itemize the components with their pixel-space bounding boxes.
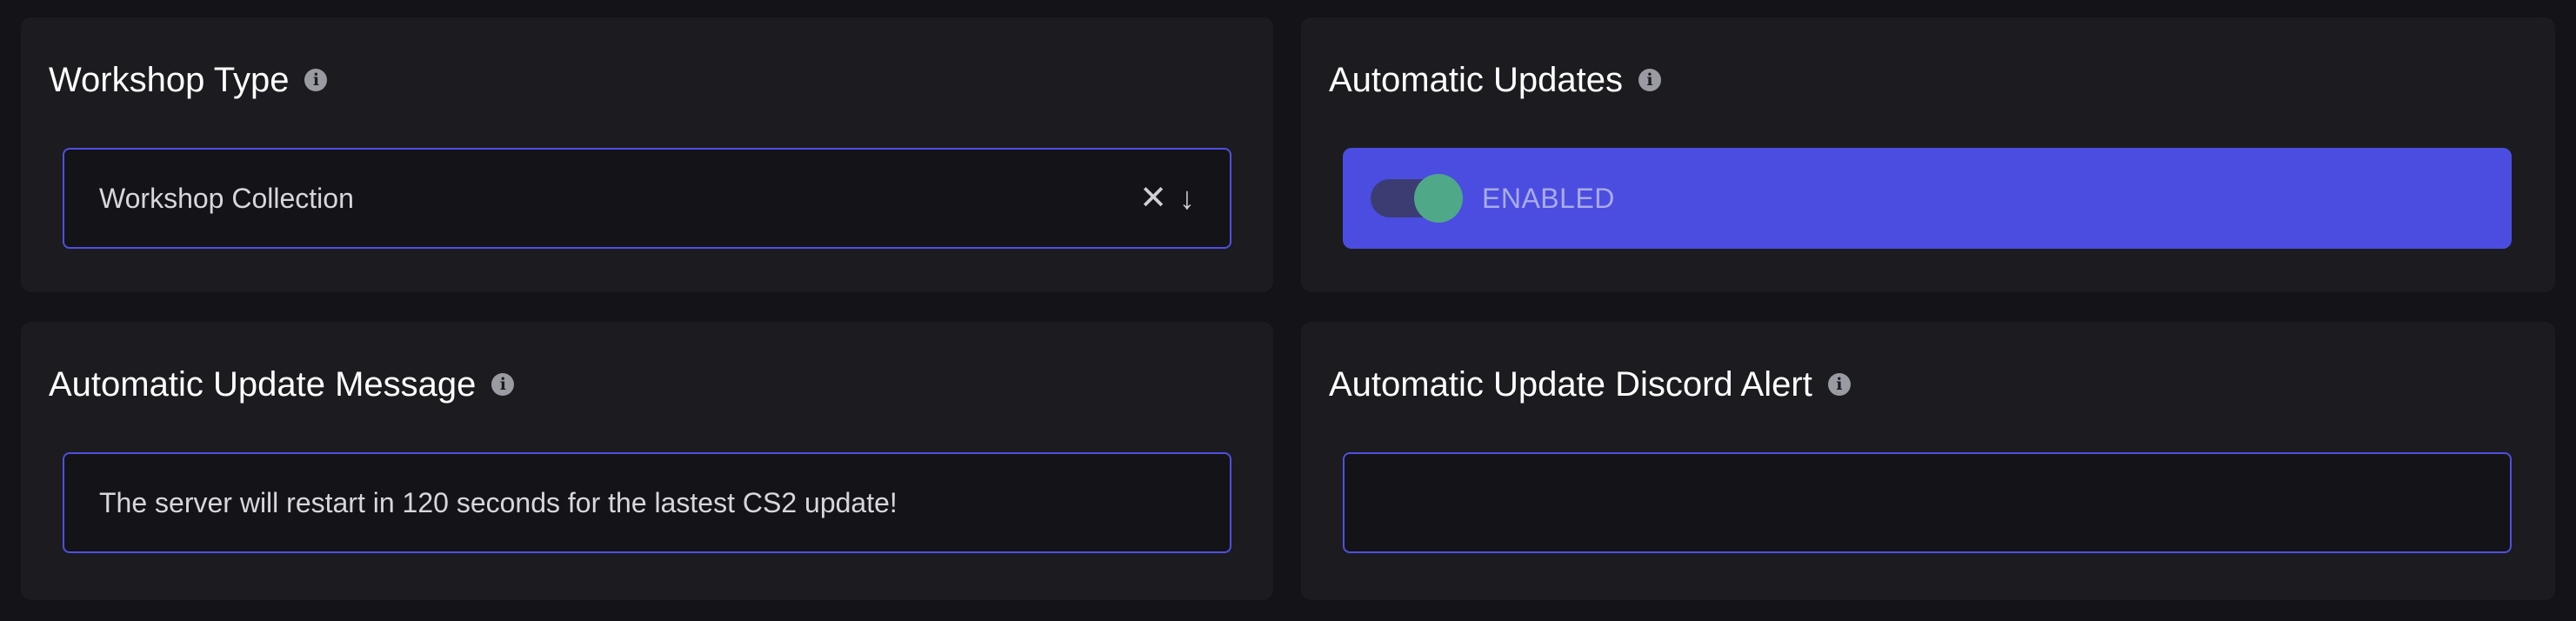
- arrow-down-icon[interactable]: ↓: [1179, 183, 1195, 214]
- discord-alert-heading: Automatic Update Discord Alert i: [1329, 365, 1851, 404]
- update-message-input[interactable]: The server will restart in 120 seconds f…: [63, 452, 1231, 553]
- discord-alert-input[interactable]: [1343, 452, 2512, 553]
- workshop-type-select[interactable]: Workshop Collection ✕ ↓: [63, 148, 1231, 249]
- automatic-updates-card: Automatic Updates i ENABLED: [1301, 17, 2555, 292]
- workshop-type-selected-value: Workshop Collection: [99, 182, 354, 214]
- info-icon[interactable]: i: [491, 373, 515, 396]
- update-message-title: Automatic Update Message: [49, 365, 477, 404]
- workshop-type-title: Workshop Type: [49, 61, 290, 99]
- automatic-updates-state-label: ENABLED: [1482, 182, 1615, 214]
- discord-alert-card: Automatic Update Discord Alert i: [1301, 322, 2555, 600]
- info-icon[interactable]: i: [1638, 69, 1661, 91]
- update-message-card: Automatic Update Message i The server wi…: [21, 322, 1273, 600]
- select-actions: ✕ ↓: [1139, 182, 1195, 215]
- update-message-heading: Automatic Update Message i: [49, 365, 515, 404]
- info-icon[interactable]: i: [304, 69, 328, 91]
- automatic-updates-switch[interactable]: [1371, 174, 1466, 223]
- switch-knob[interactable]: [1414, 174, 1463, 223]
- automatic-updates-heading: Automatic Updates i: [1329, 61, 1661, 99]
- automatic-updates-toggle-panel[interactable]: ENABLED: [1343, 148, 2512, 249]
- workshop-type-card: Workshop Type i Workshop Collection ✕ ↓: [21, 17, 1273, 292]
- clear-icon[interactable]: ✕: [1139, 182, 1167, 215]
- discord-alert-title: Automatic Update Discord Alert: [1329, 365, 1812, 404]
- workshop-type-heading: Workshop Type i: [49, 61, 328, 99]
- update-message-value: The server will restart in 120 seconds f…: [99, 486, 898, 518]
- info-icon[interactable]: i: [1827, 373, 1851, 396]
- automatic-updates-title: Automatic Updates: [1329, 61, 1623, 99]
